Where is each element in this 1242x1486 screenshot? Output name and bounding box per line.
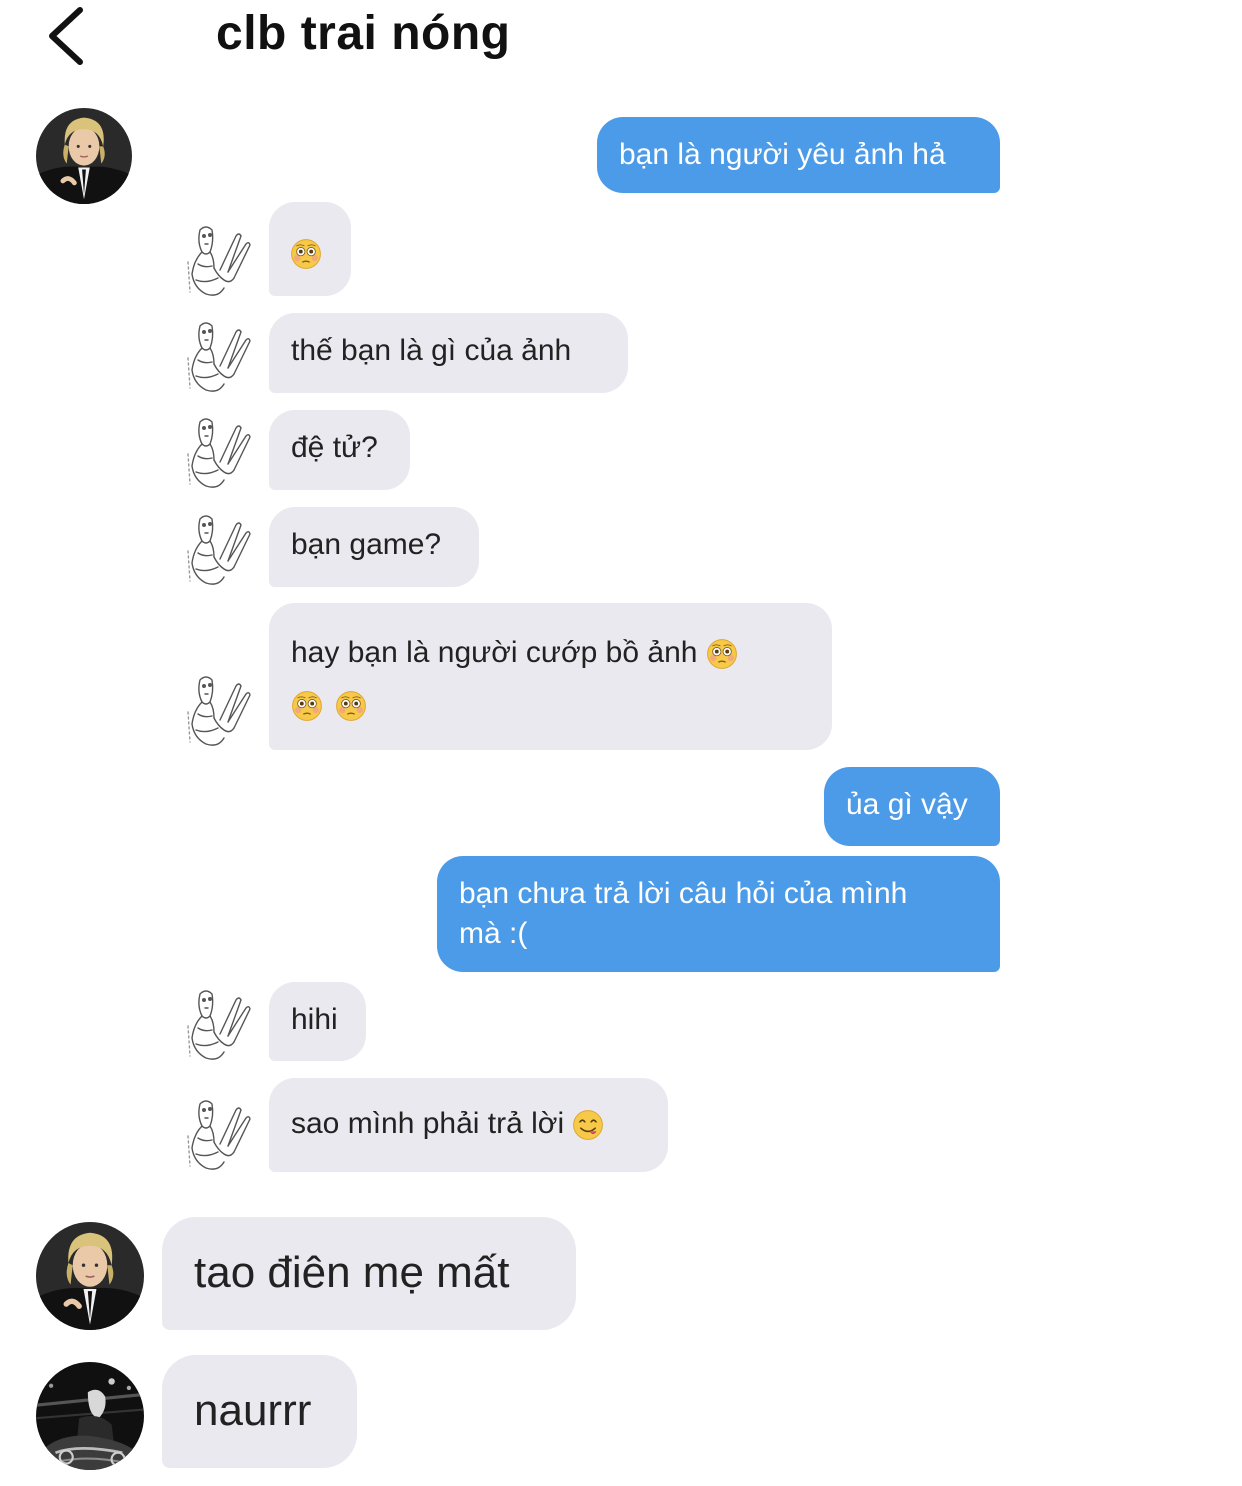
chat-header: clb trai nóng — [0, 0, 1242, 90]
message-text: sao mình phải trả lời — [291, 1107, 565, 1140]
message-text: mà :( — [459, 917, 528, 950]
avatar-member-blonde[interactable] — [36, 1222, 144, 1330]
avatar-sketch[interactable] — [184, 222, 256, 300]
message-incoming[interactable]: thế bạn là gì của ảnh — [269, 313, 628, 393]
message-text: bạn chưa trả lời câu hỏi của mình — [459, 877, 908, 910]
message-incoming[interactable]: tao điên mẹ mất — [162, 1217, 576, 1330]
message-text: thế bạn là gì của ảnh — [291, 334, 572, 367]
message-incoming[interactable]: sao mình phải trả lời — [269, 1078, 668, 1172]
avatar-member-blonde[interactable] — [36, 108, 132, 204]
avatar-sketch[interactable] — [184, 986, 256, 1064]
message-text: bạn game? — [291, 528, 442, 561]
message-text: ủa gì vậy — [846, 788, 968, 821]
back-button[interactable] — [40, 2, 100, 68]
face-savoring-food-emoji — [572, 1109, 604, 1141]
message-incoming[interactable] — [269, 202, 351, 296]
message-outgoing[interactable]: bạn là người yêu ảnh hả — [597, 117, 1000, 193]
avatar-sketch[interactable] — [184, 672, 256, 750]
chevron-left-icon[interactable] — [40, 2, 100, 68]
flushed-face-emoji — [290, 238, 322, 270]
message-text: hay bạn là người cướp bồ ảnh — [291, 636, 698, 669]
message-text: đệ tử? — [291, 431, 378, 464]
message-text: bạn là người yêu ảnh hả — [619, 138, 946, 171]
avatar-sketch[interactable] — [184, 1096, 256, 1174]
flushed-face-emoji — [706, 638, 738, 670]
message-outgoing[interactable]: ủa gì vậy — [824, 767, 1000, 846]
message-incoming[interactable]: hay bạn là người cướp bồ ảnh — [269, 603, 832, 750]
flushed-face-emoji — [335, 690, 367, 722]
avatar-sketch[interactable] — [184, 511, 256, 589]
avatar-member-dark[interactable] — [36, 1362, 144, 1470]
message-incoming[interactable]: naurrr — [162, 1355, 357, 1468]
message-text: tao điên mẹ mất — [194, 1248, 510, 1297]
message-outgoing[interactable]: bạn chưa trả lời câu hỏi của mình mà :( — [437, 856, 1000, 972]
message-incoming[interactable]: đệ tử? — [269, 410, 410, 490]
message-incoming[interactable]: hihi — [269, 982, 366, 1061]
chat-title: clb trai nóng — [216, 7, 511, 60]
message-text: hihi — [291, 1003, 338, 1036]
message-incoming[interactable]: bạn game? — [269, 507, 479, 587]
flushed-face-emoji — [291, 690, 323, 722]
avatar-sketch[interactable] — [184, 318, 256, 396]
avatar-sketch[interactable] — [184, 414, 256, 492]
message-text: naurrr — [194, 1386, 312, 1435]
